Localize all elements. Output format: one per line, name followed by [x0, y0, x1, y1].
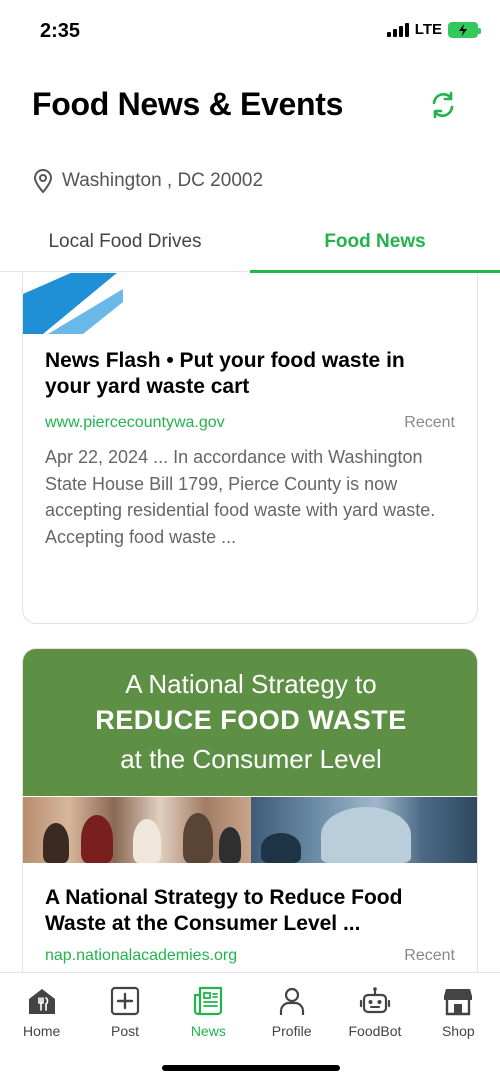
newspaper-icon [194, 986, 223, 1016]
page-header: Food News & Events [0, 62, 500, 152]
tab-local-food-drives[interactable]: Local Food Drives [0, 212, 250, 272]
article-banner: A National Strategy to REDUCE FOOD WASTE… [23, 649, 477, 796]
nav-home[interactable]: Home [0, 973, 83, 1045]
location-pin-icon [33, 169, 53, 194]
nav-label: Profile [271, 1023, 312, 1039]
article-title[interactable]: News Flash • Put your food waste in your… [45, 348, 455, 400]
recent-badge: Recent [404, 414, 455, 431]
nav-label: Post [110, 1023, 139, 1039]
nav-profile[interactable]: Profile [250, 973, 333, 1045]
store-icon [444, 989, 473, 1016]
article-source[interactable]: nap.nationalacademies.org [45, 947, 237, 965]
nav-shop[interactable]: Shop [417, 973, 500, 1045]
plus-square-icon [110, 986, 140, 1016]
news-card[interactable]: A National Strategy to REDUCE FOOD WASTE… [22, 648, 478, 972]
network-type: LTE [414, 21, 442, 38]
person-icon [279, 987, 304, 1015]
signal-icon [386, 22, 409, 37]
article-photo [23, 797, 477, 863]
battery-charging-icon [448, 21, 481, 38]
bottom-nav: Home Post News Profile FoodBot Shop [0, 972, 500, 1083]
recent-badge: Recent [404, 947, 455, 964]
tab-food-news[interactable]: Food News [250, 212, 500, 273]
page-title: Food News & Events [32, 86, 344, 122]
article-snippet: Apr 22, 2024 ... In accordance with Wash… [45, 447, 436, 547]
nav-label: FoodBot [348, 1023, 402, 1039]
nav-label: News [190, 1023, 226, 1039]
location-row[interactable]: Washington , DC 20002 [32, 168, 263, 194]
location-text: Washington , DC 20002 [62, 170, 264, 191]
nav-post[interactable]: Post [83, 973, 166, 1045]
banner-line: A National Strategy to [125, 669, 377, 699]
nav-news[interactable]: News [167, 973, 250, 1045]
banner-line: REDUCE FOOD WASTE [95, 705, 407, 735]
robot-icon [359, 987, 391, 1014]
article-source[interactable]: www.piercecountywa.gov [45, 414, 225, 432]
status-time: 2:35 [40, 20, 81, 42]
banner-line: at the Consumer Level [120, 744, 382, 774]
status-indicators: LTE [386, 21, 481, 38]
article-image [23, 273, 477, 338]
article-title[interactable]: A National Strategy to Reduce Food Waste… [45, 885, 455, 937]
status-bar: 2:35 LTE [0, 0, 500, 62]
home-icon [28, 989, 55, 1014]
nav-label: Shop [441, 1023, 475, 1039]
nav-label: Home [22, 1023, 61, 1039]
nav-foodbot[interactable]: FoodBot [333, 973, 416, 1045]
refresh-icon[interactable] [428, 90, 458, 120]
news-feed[interactable]: News Flash • Put your food waste in your… [0, 273, 500, 972]
tab-bar: Local Food Drives Food News [0, 212, 500, 273]
home-indicator [162, 1065, 340, 1071]
news-card[interactable]: News Flash • Put your food waste in your… [22, 273, 478, 624]
